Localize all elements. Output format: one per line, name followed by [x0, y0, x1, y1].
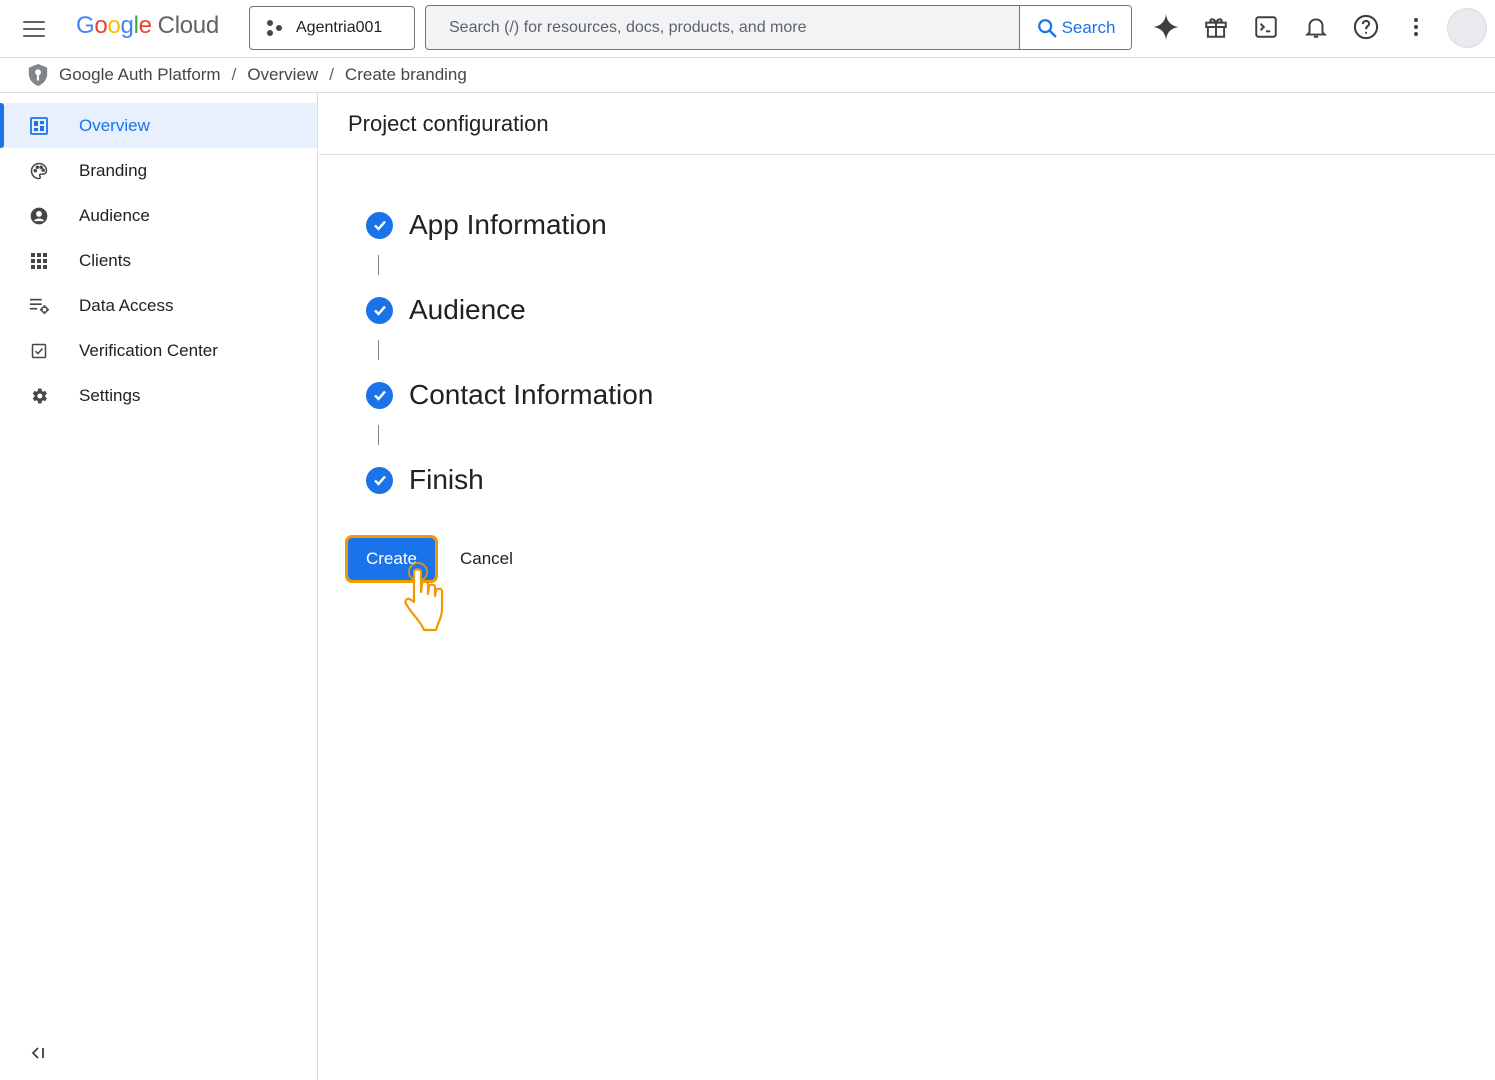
auth-shield-icon [28, 64, 48, 86]
step-app-information[interactable]: App Information [365, 200, 653, 250]
top-app-bar: Google Cloud Agentria001 Search [0, 0, 1495, 58]
sidebar-item-verification-center[interactable]: Verification Center [0, 328, 317, 373]
sidebar-item-label: Audience [79, 205, 150, 225]
project-hub-icon [266, 19, 284, 37]
sidebar-item-label: Verification Center [79, 340, 218, 360]
page-title: Project configuration [319, 93, 1495, 155]
sidebar-item-label: Settings [79, 385, 141, 405]
step-connector [378, 340, 379, 360]
breadcrumb-separator: / [231, 65, 237, 84]
sidebar-item-label: Clients [79, 250, 131, 270]
step-connector [378, 255, 379, 275]
breadcrumb-separator: / [329, 65, 334, 84]
help-icon[interactable] [1351, 12, 1381, 42]
sidebar-item-clients[interactable]: Clients [0, 238, 317, 283]
data-settings-icon [28, 295, 50, 317]
step-finish[interactable]: Finish [365, 455, 653, 505]
breadcrumb-item-create-branding: Create branding [344, 65, 467, 84]
step-connector [378, 425, 379, 445]
create-button[interactable]: Create [345, 535, 438, 583]
step-contact-information[interactable]: Contact Information [365, 370, 653, 420]
sidebar-item-label: Data Access [79, 295, 174, 315]
breadcrumb: Google Auth Platform / Overview / Create… [0, 58, 1495, 93]
more-vert-icon[interactable] [1401, 12, 1431, 42]
project-name: Agentria001 [296, 19, 383, 36]
search-icon [1037, 18, 1057, 37]
check-circle-icon [366, 211, 393, 239]
sidebar-item-settings[interactable]: Settings [0, 373, 317, 418]
sidebar-item-overview[interactable]: Overview [0, 103, 317, 148]
google-cloud-logo[interactable]: Google Cloud [76, 12, 219, 40]
search-button-label: Search [1061, 17, 1116, 37]
check-circle-icon [366, 466, 393, 494]
account-circle-icon [28, 205, 50, 227]
step-audience[interactable]: Audience [365, 285, 653, 335]
notifications-icon[interactable] [1301, 12, 1331, 42]
collapse-sidebar-icon[interactable] [28, 1042, 50, 1064]
account-avatar[interactable] [1447, 8, 1487, 48]
check-circle-icon [366, 381, 393, 409]
breadcrumb-item-auth-platform[interactable]: Google Auth Platform [59, 65, 221, 85]
sidebar-item-branding[interactable]: Branding [0, 148, 317, 193]
sidebar-item-audience[interactable]: Audience [0, 193, 317, 238]
sidebar: Overview Branding Audience Clients Data … [0, 93, 318, 1080]
breadcrumb-item-overview[interactable]: Overview [247, 65, 318, 85]
step-label: Audience [409, 294, 526, 325]
check-circle-icon [366, 296, 393, 324]
gemini-spark-icon[interactable] [1151, 12, 1181, 42]
sidebar-item-label: Overview [79, 115, 150, 135]
search-input[interactable] [426, 6, 1019, 49]
gear-icon [28, 385, 50, 407]
palette-icon [28, 160, 50, 182]
sidebar-item-data-access[interactable]: Data Access [0, 283, 317, 328]
verified-checkbox-icon [28, 340, 50, 362]
apps-grid-icon [28, 250, 50, 272]
cancel-button[interactable]: Cancel [460, 549, 513, 569]
form-actions: Create Cancel [345, 535, 513, 583]
gift-icon[interactable] [1201, 12, 1231, 42]
project-picker-button[interactable]: Agentria001 [249, 6, 415, 50]
cloud-shell-icon[interactable] [1251, 12, 1281, 42]
dashboard-icon [28, 115, 50, 137]
stepper: App Information Audience Contact Informa… [365, 200, 653, 505]
search-bar: Search [425, 5, 1132, 50]
menu-icon[interactable] [20, 15, 48, 43]
step-label: Contact Information [409, 379, 654, 410]
step-label: Finish [409, 464, 484, 495]
step-label: App Information [409, 209, 607, 240]
search-button[interactable]: Search [1019, 6, 1131, 49]
sidebar-item-label: Branding [79, 160, 148, 180]
